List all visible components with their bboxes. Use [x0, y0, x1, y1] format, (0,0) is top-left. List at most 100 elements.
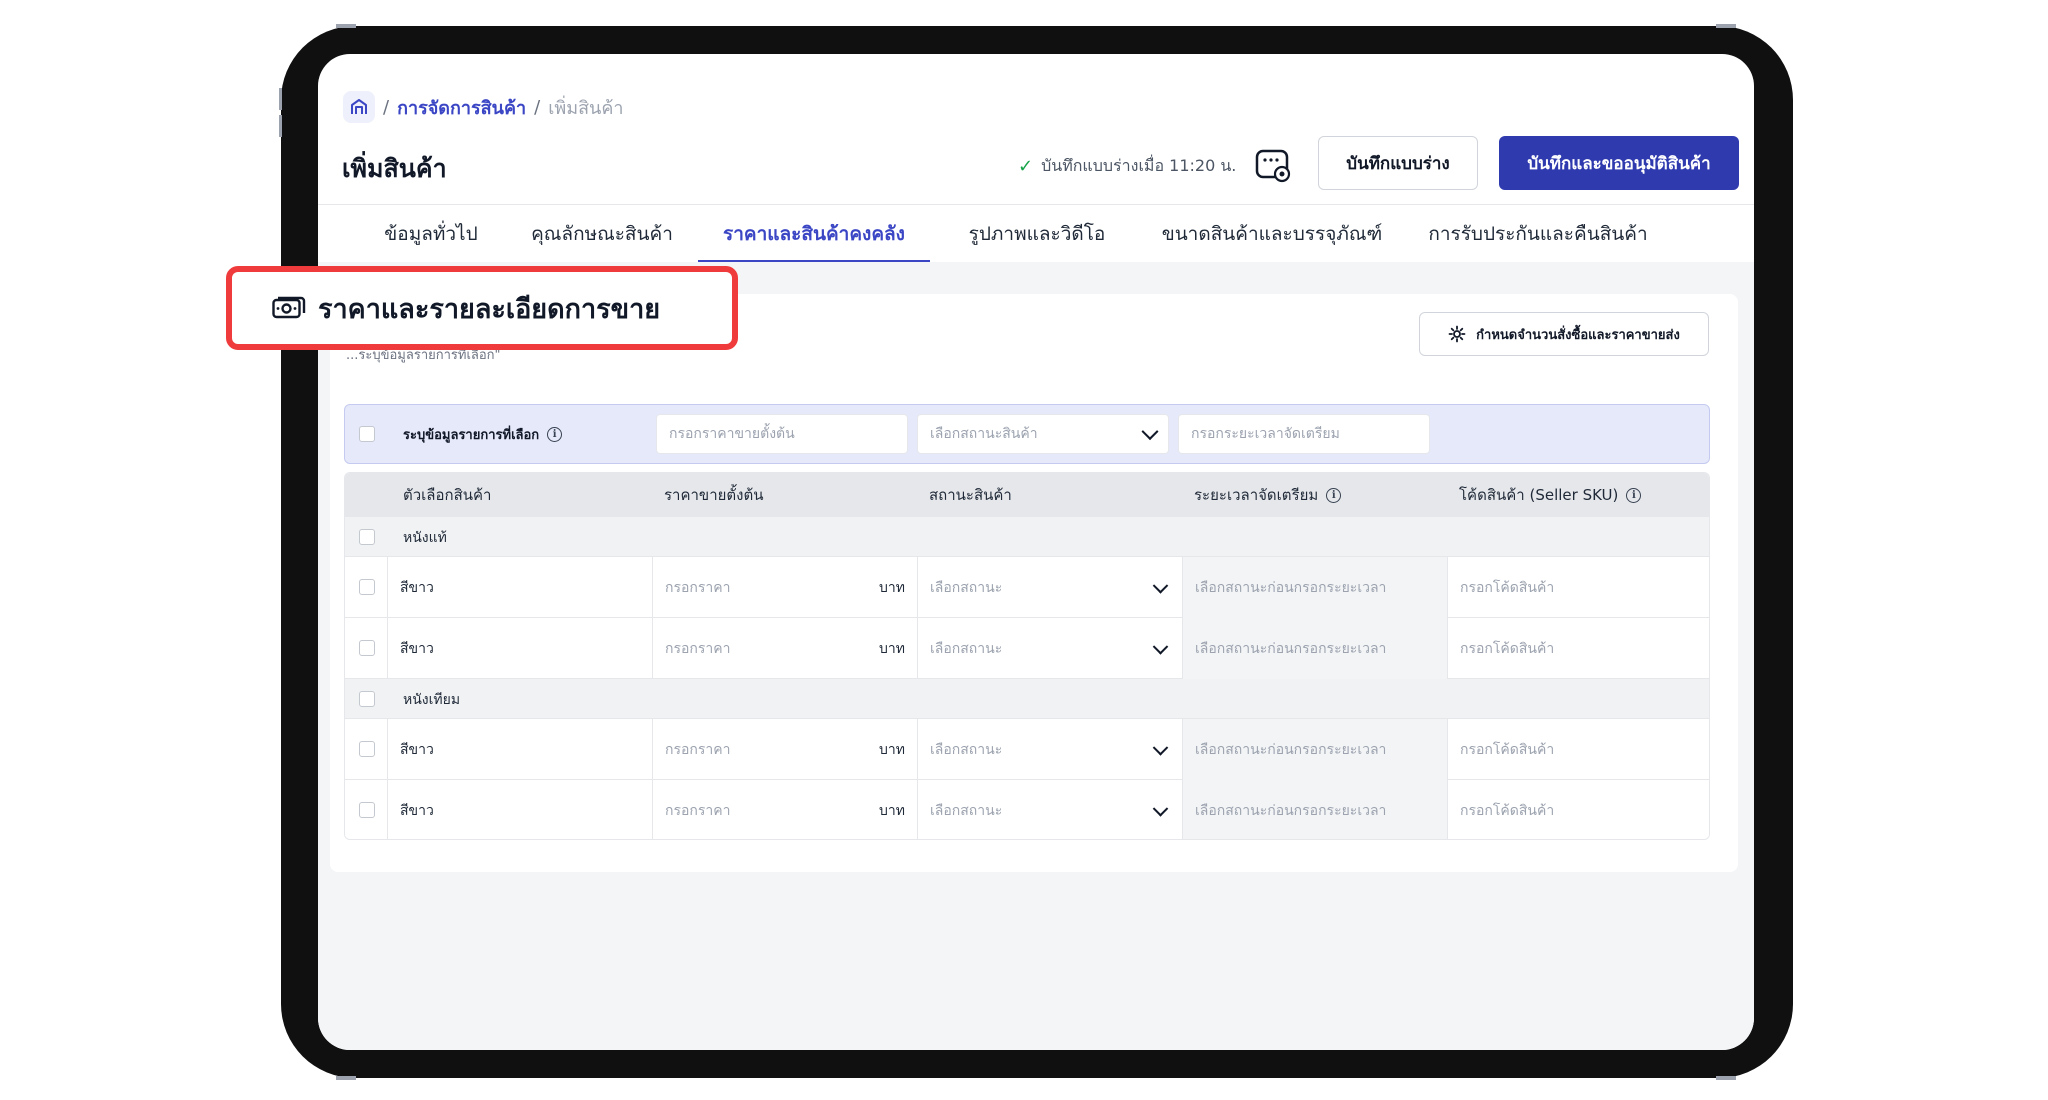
table-header: ตัวเลือกสินค้า ราคาขายตั้งต้น สถานะสินค้… — [345, 473, 1709, 517]
device-button — [1716, 24, 1736, 28]
device-button — [279, 115, 282, 137]
bulk-pricing-settings-button[interactable]: กำหนดจำนวนสั่งซื้อและราคาขายส่ง — [1419, 312, 1709, 356]
variant-name: สีขาว — [387, 780, 652, 839]
variant-name: สีขาว — [387, 618, 652, 679]
tab-warranty-and-returns[interactable]: การรับประกันและคืนสินค้า — [1420, 205, 1656, 263]
price-input[interactable]: กรอกราคา บาท — [652, 557, 917, 618]
group-checkbox[interactable] — [359, 529, 375, 545]
chevron-down-icon — [1152, 800, 1169, 817]
variant-group-row: หนังแท้ — [345, 517, 1709, 557]
select-all-checkbox[interactable] — [359, 426, 375, 442]
group-checkbox[interactable] — [359, 691, 375, 707]
status-select[interactable]: เลือกสถานะ — [917, 780, 1182, 839]
variant-group-label: หนังเทียม — [403, 692, 461, 708]
status-select[interactable]: เลือกสถานะ — [917, 618, 1182, 679]
variant-group-label: หนังแท้ — [403, 530, 447, 546]
bulk-edit-label: ระบุข้อมูลรายการที่เลือก i — [403, 423, 563, 445]
status-select[interactable]: เลือกสถานะ — [917, 557, 1182, 618]
info-icon[interactable]: i — [1626, 487, 1642, 503]
device-button — [279, 88, 282, 110]
bulk-lead-time-input[interactable]: กรอกระยะเวลาจัดเตรียม — [1178, 414, 1430, 454]
row-checkbox[interactable] — [359, 640, 375, 656]
breadcrumb-current: เพิ่มสินค้า — [548, 97, 624, 119]
table-row: สีขาว กรอกราคา บาท เลือกสถานะ เลือกสถานะ… — [345, 618, 1709, 679]
variant-name: สีขาว — [387, 557, 652, 618]
lead-time-input: เลือกสถานะก่อนกรอกระยะเวลา — [1182, 557, 1447, 618]
sku-input[interactable]: กรอกโค้ดสินค้า — [1447, 780, 1709, 839]
currency-unit: บาท — [879, 802, 905, 819]
lead-time-input: เลือกสถานะก่อนกรอกระยะเวลา — [1182, 719, 1447, 780]
tab-product-attributes[interactable]: คุณลักษณะสินค้า — [512, 205, 692, 263]
sku-input[interactable]: กรอกโค้ดสินค้า — [1447, 557, 1709, 618]
preview-icon — [1255, 149, 1291, 183]
money-icon — [272, 296, 306, 319]
bulk-edit-label-text: ระบุข้อมูลรายการที่เลือก — [403, 427, 540, 443]
table-row: สีขาว กรอกราคา บาท เลือกสถานะ เลือกสถานะ… — [345, 719, 1709, 780]
tab-bar: ข้อมูลทั่วไป คุณลักษณะสินค้า ราคาและสินค… — [318, 204, 1754, 263]
currency-unit: บาท — [879, 741, 905, 758]
price-placeholder: กรอกราคา — [665, 802, 731, 819]
column-header-status: สถานะสินค้า — [929, 486, 1012, 504]
check-icon: ✓ — [1018, 155, 1034, 177]
gear-icon — [1448, 325, 1466, 343]
tab-dimensions-and-packaging[interactable]: ขนาดสินค้าและบรรจุภัณฑ์ — [1140, 205, 1404, 263]
row-checkbox[interactable] — [359, 579, 375, 595]
column-header-price: ราคาขายตั้งต้น — [664, 486, 764, 504]
chevron-down-icon — [1152, 739, 1169, 756]
chevron-down-icon — [1141, 423, 1159, 441]
chevron-down-icon — [1152, 638, 1169, 655]
section-title-highlight: ราคาและรายละเอียดการขาย — [226, 266, 738, 350]
home-icon[interactable] — [343, 91, 375, 123]
tab-images-and-video[interactable]: รูปภาพและวิดีโอ — [946, 205, 1128, 263]
bulk-pricing-settings-label: กำหนดจำนวนสั่งซื้อและราคาขายส่ง — [1476, 327, 1680, 343]
breadcrumb: / การจัดการสินค้า / เพิ่มสินค้า — [343, 89, 624, 125]
price-placeholder: กรอกราคา — [665, 579, 731, 596]
column-header-lead-time-label: ระยะเวลาจัดเตรียม — [1194, 486, 1319, 504]
app-screen: / การจัดการสินค้า / เพิ่มสินค้า เพิ่มสิน… — [318, 54, 1754, 1050]
status-placeholder: เลือกสถานะ — [930, 802, 1003, 819]
variant-group-row: หนังเทียม — [345, 679, 1709, 719]
status-placeholder: เลือกสถานะ — [930, 640, 1003, 657]
price-input[interactable]: กรอกราคา บาท — [652, 719, 917, 780]
info-icon[interactable]: i — [547, 426, 563, 442]
variant-pricing-table: ตัวเลือกสินค้า ราคาขายตั้งต้น สถานะสินค้… — [344, 472, 1710, 840]
save-draft-button[interactable]: บันทึกแบบร่าง — [1318, 136, 1478, 190]
currency-unit: บาท — [879, 579, 905, 596]
breadcrumb-separator: / — [383, 96, 390, 118]
info-icon[interactable]: i — [1326, 487, 1342, 503]
preview-button[interactable] — [1250, 142, 1298, 190]
table-row: สีขาว กรอกราคา บาท เลือกสถานะ เลือกสถานะ… — [345, 557, 1709, 618]
sku-input[interactable]: กรอกโค้ดสินค้า — [1447, 618, 1709, 679]
price-input[interactable]: กรอกราคา บาท — [652, 780, 917, 839]
save-and-submit-button[interactable]: บันทึกและขออนุมัติสินค้า — [1499, 136, 1739, 190]
device-button — [336, 1076, 356, 1080]
bulk-status-select[interactable]: เลือกสถานะสินค้า — [917, 414, 1169, 454]
price-placeholder: กรอกราคา — [665, 640, 731, 657]
lead-time-input: เลือกสถานะก่อนกรอกระยะเวลา — [1182, 618, 1447, 679]
page-title: เพิ่มสินค้า — [342, 154, 447, 183]
table-row: สีขาว กรอกราคา บาท เลือกสถานะ เลือกสถานะ… — [345, 780, 1709, 839]
row-checkbox[interactable] — [359, 741, 375, 757]
status-select[interactable]: เลือกสถานะ — [917, 719, 1182, 780]
tab-general-info[interactable]: ข้อมูลทั่วไป — [366, 205, 496, 263]
tab-price-and-inventory[interactable]: ราคาและสินค้าคงคลัง — [698, 205, 930, 263]
breadcrumb-separator: / — [534, 96, 541, 118]
status-placeholder: เลือกสถานะ — [930, 741, 1003, 758]
breadcrumb-link-product-management[interactable]: การจัดการสินค้า — [397, 93, 526, 122]
column-header-lead-time: ระยะเวลาจัดเตรียม i — [1194, 473, 1342, 517]
column-header-variant: ตัวเลือกสินค้า — [403, 486, 492, 504]
row-checkbox[interactable] — [359, 802, 375, 818]
column-header-sku-label: โค้ดสินค้า (Seller SKU) — [1459, 486, 1619, 504]
device-button — [1716, 1076, 1736, 1080]
chevron-down-icon — [1152, 577, 1169, 594]
bulk-price-input[interactable]: กรอกราคาขายตั้งต้น — [656, 414, 908, 454]
bulk-edit-bar: ระบุข้อมูลรายการที่เลือก i กรอกราคาขายตั… — [344, 404, 1710, 464]
save-status-text: บันทึกแบบร่างเมื่อ 11:20 น. — [1041, 155, 1237, 175]
section-title: ราคาและรายละเอียดการขาย — [318, 293, 661, 325]
price-placeholder: กรอกราคา — [665, 741, 731, 758]
price-input[interactable]: กรอกราคา บาท — [652, 618, 917, 679]
column-header-sku: โค้ดสินค้า (Seller SKU) i — [1459, 473, 1642, 517]
currency-unit: บาท — [879, 640, 905, 657]
sku-input[interactable]: กรอกโค้ดสินค้า — [1447, 719, 1709, 780]
save-status: ✓ บันทึกแบบร่างเมื่อ 11:20 น. — [1018, 150, 1236, 182]
